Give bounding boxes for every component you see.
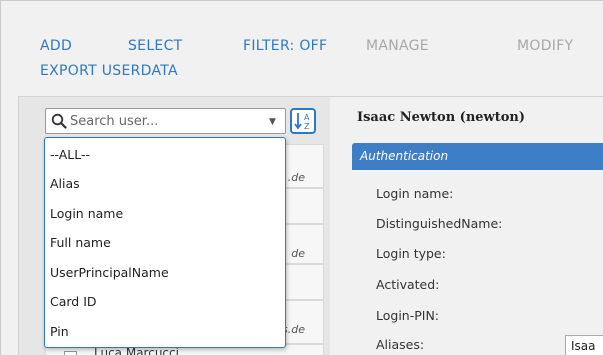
dropdown-option-upn[interactable]: UserPrincipalName <box>50 265 169 280</box>
alias-input[interactable]: Isaa <box>565 335 603 355</box>
dropdown-option-all[interactable]: --ALL-- <box>50 147 90 162</box>
section-title: Authentication <box>360 149 449 163</box>
dropdown-option-alias[interactable]: Alias <box>50 176 80 191</box>
field-login-pin: Login-PIN: <box>376 308 440 323</box>
user-detail-title: Isaac Newton (newton) <box>357 110 526 125</box>
user-domain: .de <box>287 171 305 184</box>
field-distinguished-name: DistinguishedName: <box>376 216 503 231</box>
search-icon <box>51 113 67 129</box>
svg-text:A: A <box>304 113 310 122</box>
search-field-dropdown: --ALL-- Alias Login name Full name UserP… <box>44 137 286 348</box>
export-userdata-button[interactable]: EXPORT USERDATA <box>40 63 178 79</box>
field-activated: Activated: <box>376 277 440 292</box>
add-button[interactable]: ADD <box>40 38 72 54</box>
field-login-type: Login type: <box>376 246 446 261</box>
dropdown-option-login-name[interactable]: Login name <box>50 206 123 221</box>
toolbar: ADD SELECT FILTER: OFF MANAGE MODIFY EXP… <box>0 0 603 96</box>
sort-az-icon: A Z <box>294 113 310 131</box>
dropdown-option-card-id[interactable]: Card ID <box>50 294 97 309</box>
field-login-name: Login name: <box>376 186 454 201</box>
authentication-section-header[interactable]: Authentication <box>352 143 603 170</box>
dropdown-option-pin[interactable]: Pin <box>50 324 69 339</box>
dropdown-option-full-name[interactable]: Full name <box>50 235 111 250</box>
modify-button[interactable]: MODIFY <box>517 38 573 54</box>
search-input[interactable] <box>70 112 260 130</box>
search-box[interactable]: ▼ <box>45 108 286 134</box>
user-domain: de <box>291 247 305 260</box>
svg-text:Z: Z <box>304 122 310 131</box>
chevron-down-icon[interactable]: ▼ <box>269 117 276 127</box>
field-aliases: Aliases: <box>376 337 425 352</box>
row-checkbox[interactable] <box>64 351 77 355</box>
select-button[interactable]: SELECT <box>128 38 183 54</box>
manage-button[interactable]: MANAGE <box>366 38 429 54</box>
filter-button[interactable]: FILTER: OFF <box>243 38 327 54</box>
sort-az-button[interactable]: A Z <box>290 108 316 134</box>
